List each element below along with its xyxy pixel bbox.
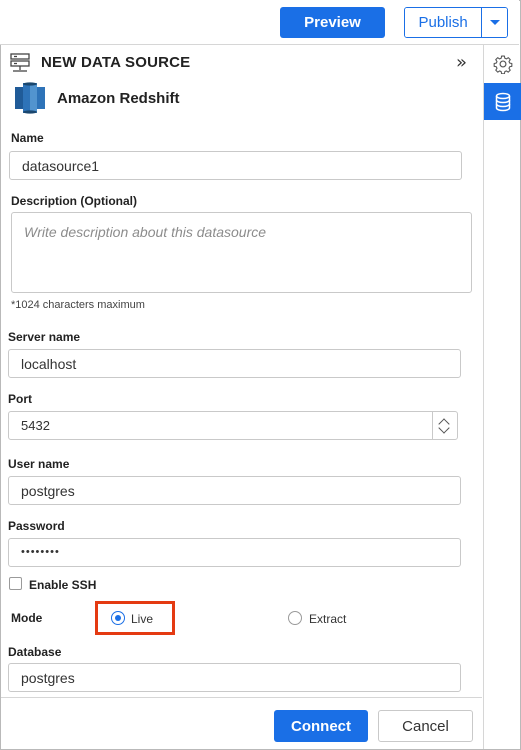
- double-chevron-right-icon[interactable]: »: [456, 54, 467, 72]
- user-name-label: User name: [8, 457, 70, 471]
- datasource-type-name: Amazon Redshift: [57, 90, 180, 107]
- description-label: Description (Optional): [11, 194, 137, 208]
- top-toolbar: Preview Publish: [0, 0, 519, 45]
- mode-extract-label: Extract: [309, 612, 347, 626]
- right-rail: [483, 45, 521, 749]
- port-label: Port: [8, 392, 32, 406]
- datasource-list-icon: [10, 53, 30, 72]
- server-name-input[interactable]: [8, 349, 461, 378]
- publish-split-button: Publish: [404, 7, 508, 38]
- enable-ssh-checkbox[interactable]: [9, 577, 22, 590]
- name-label: Name: [11, 131, 44, 145]
- database-label: Database: [8, 645, 62, 659]
- password-input[interactable]: ••••••••: [8, 538, 461, 567]
- mode-live-radio[interactable]: [111, 611, 125, 625]
- amazon-redshift-logo-icon: [15, 82, 45, 114]
- cancel-button[interactable]: Cancel: [378, 710, 473, 742]
- server-name-label: Server name: [8, 330, 81, 344]
- mode-live-label: Live: [131, 612, 154, 626]
- port-input[interactable]: [8, 411, 458, 440]
- mode-extract-radio[interactable]: [288, 611, 302, 625]
- enable-ssh-label: Enable SSH: [29, 578, 97, 592]
- password-label: Password: [8, 519, 65, 533]
- description-hint: *1024 characters maximum: [11, 299, 145, 311]
- name-input[interactable]: [9, 151, 462, 180]
- database-icon: [495, 92, 510, 111]
- user-name-input[interactable]: [8, 476, 461, 505]
- settings-tab[interactable]: [484, 45, 521, 83]
- publish-button[interactable]: Publish: [405, 8, 483, 37]
- panel-title: NEW DATA SOURCE: [41, 54, 191, 71]
- scroll-clip: [0, 663, 482, 697]
- mode-label: Mode: [11, 611, 43, 625]
- connect-button[interactable]: Connect: [274, 710, 368, 742]
- database-input[interactable]: [8, 663, 461, 692]
- publish-dropdown-button[interactable]: [482, 8, 507, 37]
- datasource-tab[interactable]: [484, 83, 521, 120]
- port-stepper[interactable]: [432, 411, 457, 440]
- chevron-down-icon: [490, 20, 501, 25]
- gear-icon: [493, 55, 512, 74]
- preview-button[interactable]: Preview: [280, 7, 385, 38]
- description-textarea[interactable]: [11, 212, 472, 293]
